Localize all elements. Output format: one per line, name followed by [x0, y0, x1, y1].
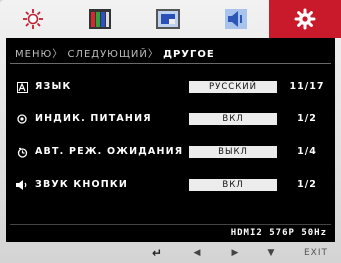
left-arrow-button[interactable]: ◀	[190, 242, 204, 263]
tab-audio[interactable]	[202, 0, 269, 38]
tab-other[interactable]	[269, 0, 341, 38]
setting-row-language[interactable]: ЯЗЫК РУССКИЙ 11/17	[6, 80, 335, 94]
setting-value[interactable]: ВКЛ	[189, 179, 277, 191]
breadcrumb-next[interactable]: СЛЕДУЮЩИЙ〉	[67, 45, 158, 60]
right-arrow-button[interactable]: ▶	[228, 242, 242, 263]
tab-picture[interactable]	[134, 0, 202, 38]
speaker-icon	[224, 9, 247, 29]
setting-count: 1/2	[297, 113, 317, 124]
menu-tab-bar	[0, 0, 341, 38]
setting-label: ИНДИК. ПИТАНИЯ	[35, 113, 152, 124]
tab-brightness[interactable]	[0, 0, 66, 38]
standby-timer-icon	[16, 145, 28, 159]
setting-row-auto-standby[interactable]: АВТ. РЕЖ. ОЖИДАНИЯ ВЫКЛ 1/4	[6, 145, 335, 159]
setting-count: 1/4	[297, 146, 317, 157]
setting-value[interactable]: РУССКИЙ	[189, 81, 277, 93]
button-guide-bar: ↵ ◀ ▶ ▼ EXIT	[0, 242, 341, 263]
color-bars-icon	[89, 9, 111, 29]
divider	[10, 63, 331, 64]
breadcrumb-menu[interactable]: МЕНЮ〉	[15, 45, 63, 60]
enter-button[interactable]: ↵	[148, 242, 166, 263]
power-indicator-icon	[16, 112, 28, 126]
setting-row-power-indicator[interactable]: ИНДИК. ПИТАНИЯ ВКЛ 1/2	[6, 112, 335, 126]
setting-label: ЗВУК КНОПКИ	[35, 179, 129, 190]
setting-count: 11/17	[289, 81, 325, 92]
input-signal-status: HDMI2 576P 50Hz	[230, 228, 327, 238]
osd-panel: МЕНЮ〉 СЛЕДУЮЩИЙ〉 ДРУГОЕ ЯЗЫК РУССКИЙ 11/…	[6, 38, 335, 242]
exit-button[interactable]: EXIT	[298, 242, 334, 263]
breadcrumb: МЕНЮ〉 СЛЕДУЮЩИЙ〉 ДРУГОЕ	[15, 45, 215, 60]
button-sound-icon	[16, 178, 28, 192]
picture-frame-icon	[156, 9, 180, 29]
gear-icon	[294, 8, 316, 30]
osd-window: МЕНЮ〉 СЛЕДУЮЩИЙ〉 ДРУГОЕ ЯЗЫК РУССКИЙ 11/…	[0, 0, 341, 263]
setting-value[interactable]: ВКЛ	[189, 113, 277, 125]
brightness-sun-icon	[23, 9, 43, 29]
setting-label: АВТ. РЕЖ. ОЖИДАНИЯ	[35, 146, 184, 157]
down-arrow-button[interactable]: ▼	[264, 242, 278, 263]
tab-color[interactable]	[66, 0, 134, 38]
setting-value[interactable]: ВЫКЛ	[189, 146, 277, 158]
setting-count: 1/2	[297, 179, 317, 190]
setting-label: ЯЗЫК	[35, 81, 72, 92]
setting-row-button-sound[interactable]: ЗВУК КНОПКИ ВКЛ 1/2	[6, 178, 335, 192]
breadcrumb-current: ДРУГОЕ	[163, 49, 215, 60]
status-divider	[10, 224, 331, 225]
language-icon	[16, 80, 28, 94]
